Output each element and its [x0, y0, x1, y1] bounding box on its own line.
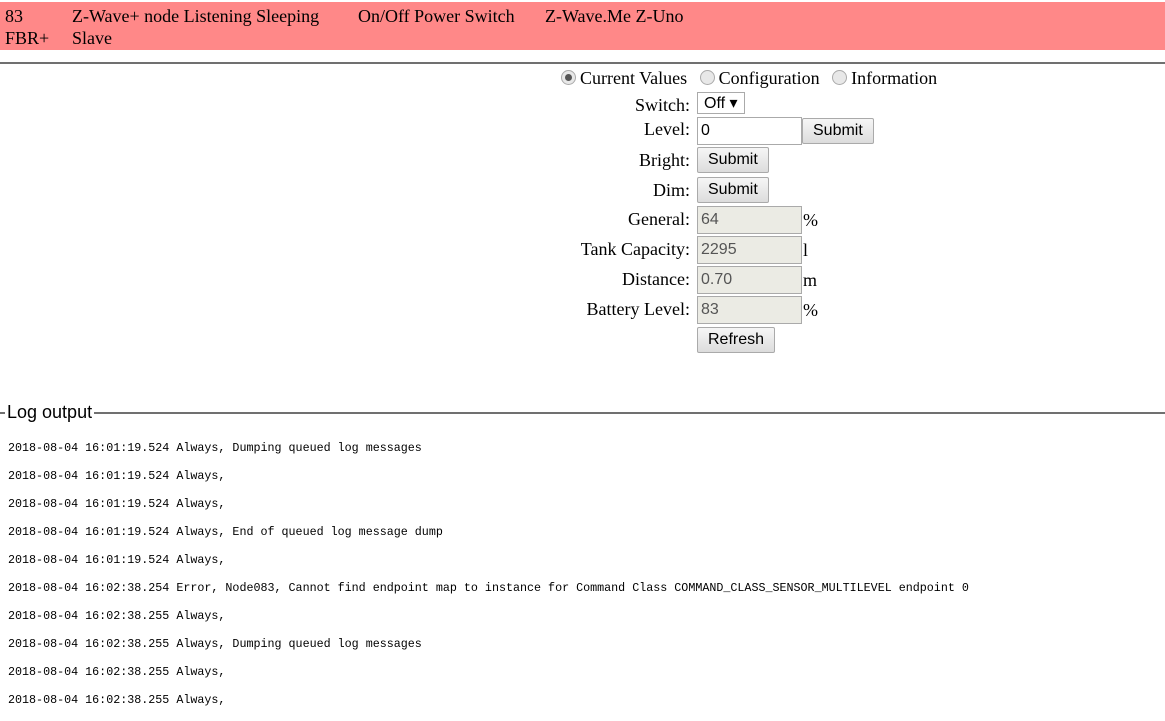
- radio-icon[interactable]: [699, 70, 715, 85]
- tank-unit: l: [803, 239, 809, 260]
- tank-value: 2295: [697, 236, 802, 264]
- log-line: 2018-08-04 16:02:38.255 Always,: [8, 665, 226, 679]
- distance-label: Distance:: [622, 269, 690, 289]
- node-id: 83: [5, 6, 23, 26]
- bright-label: Bright:: [638, 150, 690, 170]
- divider: [0, 62, 1165, 64]
- level-input[interactable]: 0: [697, 117, 802, 145]
- switch-label: Switch:: [634, 95, 690, 115]
- log-line: 2018-08-04 16:02:38.255 Always, Dumping …: [8, 637, 422, 651]
- node-header: 83 Z-Wave+ node Listening Sleeping On/Of…: [0, 2, 1165, 50]
- log-title: Log output: [5, 402, 95, 422]
- log-line: 2018-08-04 16:01:19.524 Always, Dumping …: [8, 441, 422, 455]
- log-line: 2018-08-04 16:01:19.524 Always,: [8, 553, 226, 567]
- general-label: General:: [628, 209, 690, 229]
- dim-label: Dim:: [652, 180, 690, 200]
- tank-label: Tank Capacity:: [580, 239, 690, 259]
- tab-current-values[interactable]: Current Values: [561, 68, 687, 88]
- level-label: Level:: [644, 119, 690, 139]
- radio-icon[interactable]: [832, 70, 848, 85]
- distance-value: 0.70: [697, 266, 802, 294]
- tab-configuration[interactable]: Configuration: [699, 68, 820, 88]
- log-line: 2018-08-04 16:02:38.255 Always,: [8, 693, 226, 707]
- log-legend: Log output: [0, 402, 1165, 422]
- battery-unit: %: [803, 299, 818, 320]
- node-role: Slave: [72, 28, 112, 48]
- log-line: 2018-08-04 16:01:19.524 Always,: [8, 497, 226, 511]
- log-line: 2018-08-04 16:01:19.524 Always,: [8, 469, 226, 483]
- dim-submit-button[interactable]: Submit: [697, 177, 769, 203]
- bright-submit-button[interactable]: Submit: [697, 147, 769, 173]
- level-submit-button[interactable]: Submit: [802, 118, 874, 144]
- log-line: 2018-08-04 16:02:38.254 Error, Node083, …: [8, 581, 969, 595]
- general-value: 64: [697, 206, 802, 234]
- radio-icon[interactable]: [561, 70, 576, 85]
- tab-information[interactable]: Information: [832, 68, 937, 88]
- battery-label: Battery Level:: [586, 299, 690, 319]
- log-line: 2018-08-04 16:02:38.255 Always,: [8, 609, 226, 623]
- log-line: 2018-08-04 16:01:19.524 Always, End of q…: [8, 525, 443, 539]
- node-description: Z-Wave+ node Listening Sleeping: [72, 6, 320, 26]
- node-basic: FBR+: [5, 28, 50, 48]
- log-output[interactable]: 2018-08-04 16:01:19.524 Always, Dumping …: [8, 427, 969, 721]
- distance-unit: m: [803, 269, 818, 290]
- view-tabs: Current Values Configuration Information: [561, 67, 937, 89]
- node-product: Z-Wave.Me Z-Uno: [545, 6, 684, 26]
- general-unit: %: [803, 209, 818, 230]
- node-type: On/Off Power Switch: [358, 6, 515, 26]
- refresh-button[interactable]: Refresh: [697, 327, 776, 353]
- battery-value: 83: [697, 296, 802, 324]
- switch-select[interactable]: Off ▾: [697, 92, 745, 114]
- log-divider: [0, 412, 1165, 414]
